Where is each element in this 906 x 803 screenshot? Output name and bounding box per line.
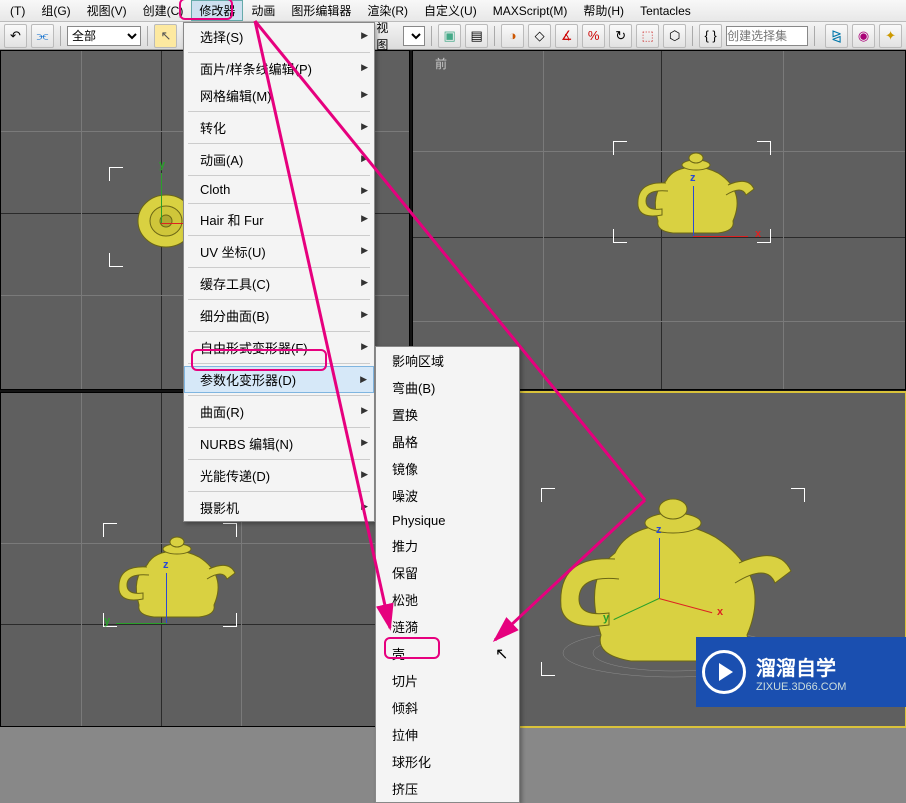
menu-group[interactable]: 组(G) xyxy=(33,0,78,21)
menu-create[interactable]: 创建(C) xyxy=(135,0,192,21)
menu-item[interactable]: 缓存工具(C) xyxy=(184,270,374,297)
submenu-item[interactable]: 置换 xyxy=(376,401,519,428)
menu-item[interactable]: 自由形式变形器(F) xyxy=(184,334,374,361)
separator xyxy=(494,26,495,46)
menu-item[interactable]: 摄影机 xyxy=(184,494,374,521)
menu-item[interactable]: 选择(S) xyxy=(184,23,374,50)
watermark-badge: 溜溜自学 ZIXUE.3D66.COM xyxy=(696,637,906,707)
layers-button[interactable]: ▤ xyxy=(465,24,488,48)
submenu-item[interactable]: 噪波 xyxy=(376,482,519,509)
snap-angle-button[interactable]: ∡ xyxy=(555,24,578,48)
menu-item[interactable]: 细分曲面(B) xyxy=(184,302,374,329)
window-button[interactable]: ▣ xyxy=(438,24,461,48)
separator xyxy=(431,26,432,46)
submenu-item[interactable]: 挤压 xyxy=(376,775,519,802)
view-label: 视图 xyxy=(376,19,399,53)
menu-item[interactable]: 转化 xyxy=(184,114,374,141)
material-button[interactable]: ◉ xyxy=(852,24,875,48)
mirror-tool[interactable]: ⧎ xyxy=(825,24,848,48)
menu-bar: (T) 组(G) 视图(V) 创建(C) 修改器 动画 图形编辑器 渲染(R) … xyxy=(0,0,906,22)
align-button[interactable]: ⬚ xyxy=(636,24,659,48)
menu-anim[interactable]: 动画 xyxy=(243,0,283,21)
named-selset-button[interactable]: { } xyxy=(699,24,722,48)
separator xyxy=(692,26,693,46)
menu-item[interactable]: 光能传递(D) xyxy=(184,462,374,489)
menu-item[interactable]: Cloth xyxy=(184,178,374,201)
menu-item[interactable]: 动画(A) xyxy=(184,146,374,173)
menu-item[interactable]: 面片/样条线编辑(P) xyxy=(184,55,374,82)
menu-grapheditor[interactable]: 图形编辑器 xyxy=(283,0,359,21)
menu-view[interactable]: 视图(V) xyxy=(79,0,135,21)
menu-item[interactable]: 参数化变形器(D) xyxy=(184,366,374,393)
parametric-deformers-submenu: 影响区域弯曲(B)置换晶格镜像噪波Physique推力保留松弛涟漪壳切片倾斜拉伸… xyxy=(375,346,520,803)
menu-modifiers[interactable]: 修改器 xyxy=(191,0,243,21)
viewport-label: 前 xyxy=(435,55,447,72)
submenu-item[interactable]: 弯曲(B) xyxy=(376,374,519,401)
view-dropdown[interactable] xyxy=(403,26,425,46)
submenu-item[interactable]: 拉伸 xyxy=(376,721,519,748)
submenu-item[interactable]: 松弛 xyxy=(376,586,519,613)
snap-3d-button[interactable]: ◇ xyxy=(528,24,551,48)
render-button[interactable]: ✦ xyxy=(879,24,902,48)
separator xyxy=(147,26,148,46)
menu-item[interactable]: UV 坐标(U) xyxy=(184,238,374,265)
menu-help[interactable]: 帮助(H) xyxy=(575,0,632,21)
submenu-item[interactable]: Physique xyxy=(376,509,519,532)
mirror-button[interactable]: ◑ xyxy=(501,24,524,48)
menu-t[interactable]: (T) xyxy=(2,2,33,20)
menu-item[interactable]: 网格编辑(M) xyxy=(184,82,374,109)
toolbar: ↶ ⫘ 全部 ↖ 视图 ▣ ▤ ◑ ◇ ∡ % ↻ ⬚ ⬡ { } ⧎ ◉ ✦ xyxy=(0,22,906,50)
select-tool[interactable]: ↖ xyxy=(154,24,177,48)
submenu-item[interactable]: 影响区域 xyxy=(376,347,519,374)
menu-item[interactable]: Hair 和 Fur xyxy=(184,206,374,233)
viewport-front[interactable]: 前 z x xyxy=(412,50,906,390)
menu-item[interactable]: NURBS 编辑(N) xyxy=(184,430,374,457)
named-selset-input[interactable] xyxy=(726,26,808,46)
undo-button[interactable]: ↶ xyxy=(4,24,27,48)
submenu-item[interactable]: 球形化 xyxy=(376,748,519,775)
menu-maxscript[interactable]: MAXScript(M) xyxy=(485,2,576,20)
submenu-item[interactable]: 倾斜 xyxy=(376,694,519,721)
watermark-title: 溜溜自学 xyxy=(756,658,836,680)
submenu-item[interactable]: 切片 xyxy=(376,667,519,694)
submenu-item[interactable]: 镜像 xyxy=(376,455,519,482)
separator xyxy=(814,26,815,46)
play-icon xyxy=(702,650,746,694)
submenu-item[interactable]: 晶格 xyxy=(376,428,519,455)
submenu-item[interactable]: 保留 xyxy=(376,559,519,586)
submenu-item[interactable]: 壳 xyxy=(376,640,519,667)
selection-brackets xyxy=(103,523,237,627)
link-button[interactable]: ⫘ xyxy=(31,24,54,48)
modifiers-menu: 选择(S) 面片/样条线编辑(P)网格编辑(M) 转化动画(A) Cloth Hair … xyxy=(183,22,375,522)
submenu-item[interactable]: 涟漪 xyxy=(376,613,519,640)
menu-render[interactable]: 渲染(R) xyxy=(359,0,416,21)
snap-percent-button[interactable]: % xyxy=(582,24,605,48)
menu-tentacles[interactable]: Tentacles xyxy=(632,2,699,20)
menu-customize[interactable]: 自定义(U) xyxy=(416,0,485,21)
menu-item[interactable]: 曲面(R) xyxy=(184,398,374,425)
snap-spinner-button[interactable]: ↻ xyxy=(609,24,632,48)
separator xyxy=(60,26,61,46)
watermark-sub: ZIXUE.3D66.COM xyxy=(756,681,846,693)
snap-button[interactable]: ⬡ xyxy=(663,24,686,48)
selection-brackets xyxy=(613,141,771,243)
filter-dropdown[interactable]: 全部 xyxy=(67,26,142,46)
submenu-item[interactable]: 推力 xyxy=(376,532,519,559)
